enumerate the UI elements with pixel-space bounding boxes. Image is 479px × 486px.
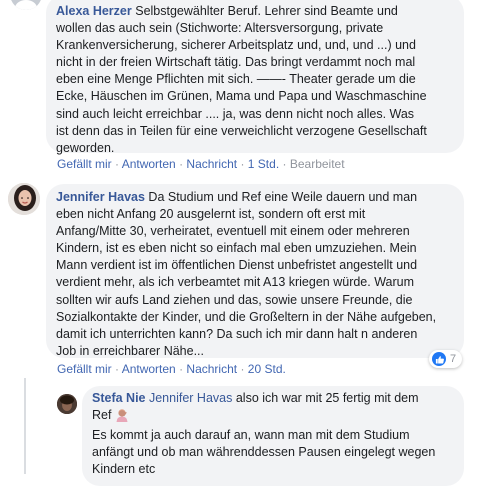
- mention-link[interactable]: Jennifer Havas: [149, 391, 232, 405]
- timestamp[interactable]: 20 Std.: [248, 362, 286, 376]
- avatar-stefa[interactable]: [57, 394, 77, 414]
- message-button[interactable]: Nachricht: [186, 157, 237, 171]
- message-button[interactable]: Nachricht: [186, 362, 237, 376]
- edited-label[interactable]: Bearbeitet: [290, 157, 345, 171]
- reaction-count-badge[interactable]: 7: [429, 350, 463, 368]
- reply-button[interactable]: Antworten: [122, 362, 176, 376]
- avatar-jennifer[interactable]: [8, 183, 40, 215]
- author-name[interactable]: Alexa Herzer: [56, 4, 132, 18]
- comment-bubble-jennifer: Jennifer Havas Da Studium und Ref eine W…: [46, 184, 464, 358]
- comment-text: Alexa Herzer Selbstgewählter Beruf. Lehr…: [56, 4, 427, 155]
- avatar-alexa[interactable]: [10, 0, 42, 10]
- like-icon: [432, 352, 446, 366]
- author-name[interactable]: Stefa Nie: [92, 391, 146, 405]
- avatar-photo-icon: [57, 394, 77, 414]
- like-button[interactable]: Gefällt mir: [57, 362, 112, 376]
- comment-actions-jennifer: Gefällt mir · Antworten · Nachricht · 20…: [57, 362, 286, 376]
- comment-bubble-alexa: Alexa Herzer Selbstgewählter Beruf. Lehr…: [46, 0, 464, 155]
- avatar-photo-icon: [8, 183, 40, 215]
- reply-button[interactable]: Antworten: [122, 157, 176, 171]
- facepalm-emoji-icon: [115, 408, 129, 427]
- comment-bubble-stefa: Stefa Nie Jennifer Havas also ich war mi…: [82, 386, 464, 486]
- comment-actions-alexa: Gefällt mir · Antworten · Nachricht · 1 …: [57, 157, 345, 171]
- timestamp[interactable]: 1 Std.: [248, 157, 279, 171]
- reply-thread-line: [24, 378, 26, 474]
- reaction-count: 7: [450, 353, 457, 365]
- author-name[interactable]: Jennifer Havas: [56, 190, 145, 204]
- like-button[interactable]: Gefällt mir: [57, 157, 112, 171]
- comment-text: Stefa Nie Jennifer Havas also ich war mi…: [92, 391, 436, 477]
- comment-text: Jennifer Havas Da Studium und Ref eine W…: [56, 190, 437, 358]
- avatar-placeholder-icon: [15, 0, 37, 10]
